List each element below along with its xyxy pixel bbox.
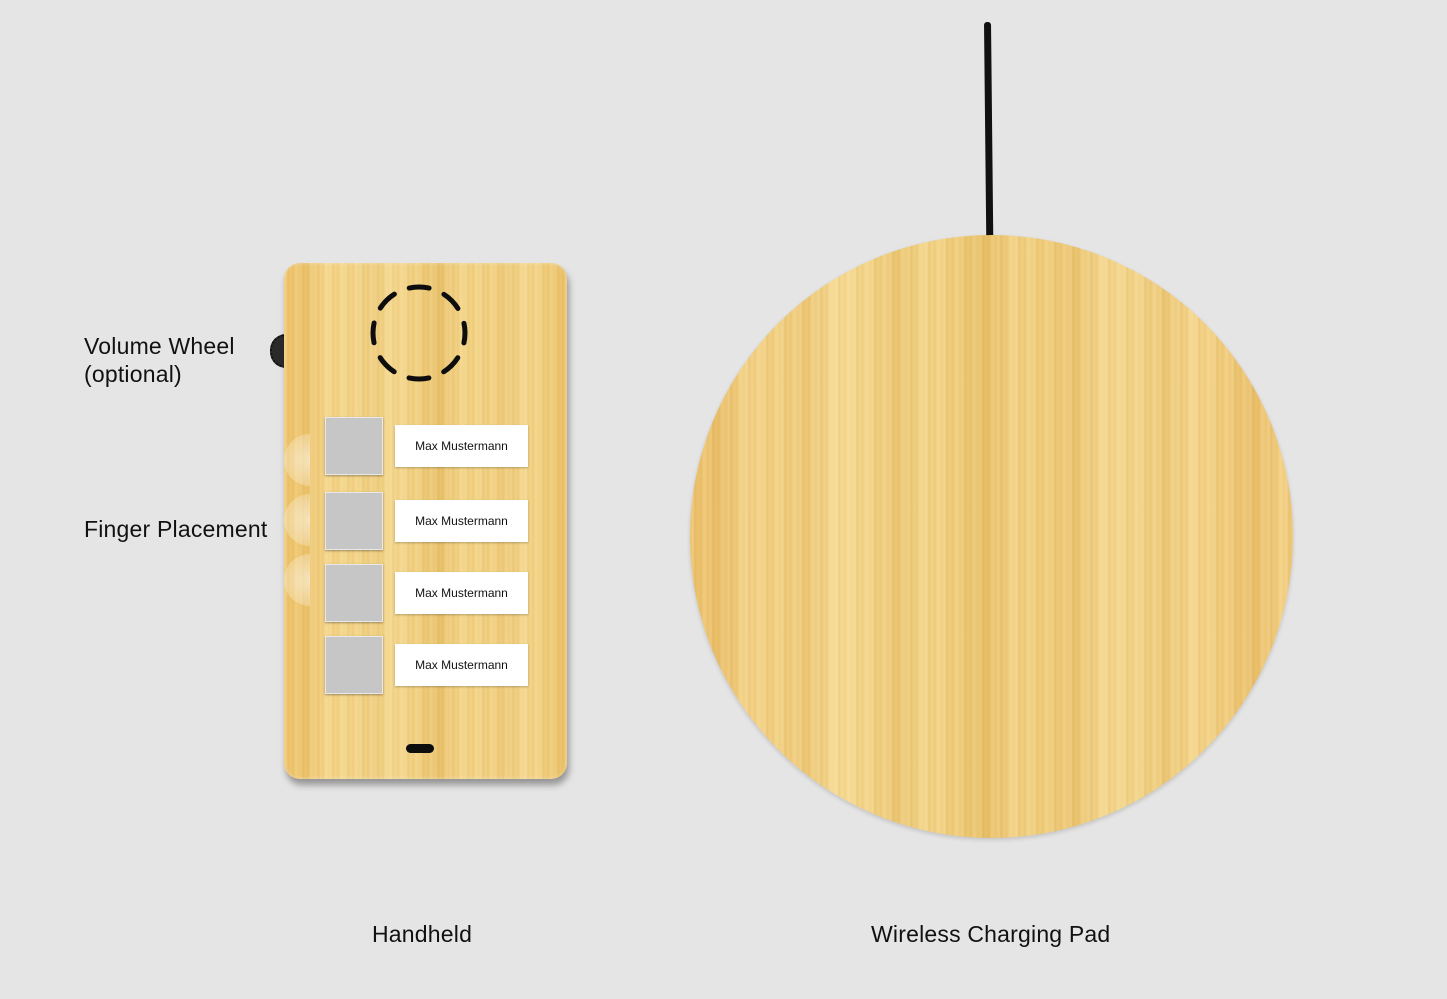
contact-name-tag: Max Mustermann [395,644,528,686]
power-cable [984,21,994,241]
contact-button[interactable] [325,492,383,550]
volume-wheel-label: Volume Wheel (optional) [84,332,235,388]
handheld-caption: Handheld [372,921,473,947]
contact-name-tag: Max Mustermann [395,572,528,614]
charging-pad-caption: Wireless Charging Pad [871,921,1111,947]
contact-button[interactable] [325,417,383,475]
volume-wheel-label-line2: (optional) [84,361,182,387]
speaker-icon [370,284,468,382]
finger-placement-label: Finger Placement [84,516,268,542]
contact-name-tag: Max Mustermann [395,500,528,542]
product-diagram: Volume Wheel (optional) Finger Placement… [0,0,1447,999]
contact-button[interactable] [325,636,383,694]
wireless-charging-pad [690,235,1293,838]
microphone-slot [406,744,434,753]
volume-wheel-label-line1: Volume Wheel [84,333,235,359]
contact-name-tag: Max Mustermann [395,425,528,467]
contact-button[interactable] [325,564,383,622]
